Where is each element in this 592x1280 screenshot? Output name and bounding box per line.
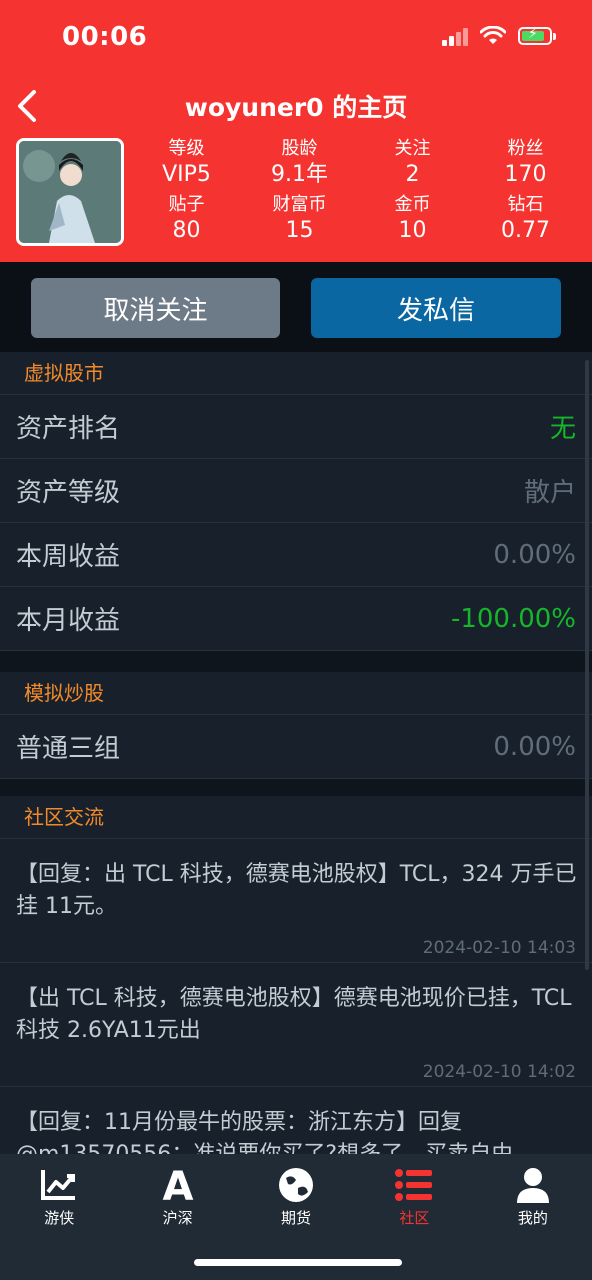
stat-posts[interactable]: 贴子 80 (130, 193, 243, 245)
status-icons: ⚡ (442, 26, 556, 46)
globe-icon (279, 1168, 314, 1202)
svg-text:A: A (162, 1166, 193, 1204)
tab-mine[interactable]: 我的 (474, 1154, 592, 1242)
group-return-row[interactable]: 普通三组 0.00% (0, 715, 592, 779)
status-time: 00:06 (62, 22, 148, 52)
post-time: 2024-02-10 14:02 (422, 1062, 576, 1082)
signal-icon (442, 26, 468, 46)
list-item[interactable]: 【回复：11月份最牛的股票：浙江东方】回复@m13570556：准说要你买了?想… (0, 1087, 592, 1154)
profile-stats: 等级 VIP5 股龄 9.1年 关注 2 粉丝 170 贴子 80 财富币 15… (130, 137, 582, 245)
stat-gold-coins: 金币 10 (394, 194, 431, 243)
wifi-icon (480, 26, 506, 44)
battery-icon: ⚡ (518, 26, 556, 45)
tab-hushen[interactable]: A 沪深 (118, 1154, 236, 1242)
tab-community[interactable]: 社区 (355, 1154, 473, 1242)
scrollbar[interactable] (585, 360, 589, 970)
letter-a-icon: A (162, 1166, 193, 1204)
avatar-portrait (19, 141, 121, 243)
unfollow-button[interactable]: 取消关注 (31, 278, 280, 338)
stat-diamonds: 钻石 0.77 (501, 194, 550, 243)
asset-ranking-row[interactable]: 资产排名 无 (0, 395, 592, 459)
send-message-button[interactable]: 发私信 (311, 278, 561, 338)
avatar[interactable] (16, 138, 124, 246)
stat-level: 等级 VIP5 (162, 138, 211, 187)
post-text: 【出 TCL 科技，德赛电池股权】德赛电池现价已挂，TCL 科技 2.6YA11… (16, 986, 572, 1043)
stat-following[interactable]: 关注 2 (356, 137, 469, 189)
section-title-community: 社区交流 (0, 796, 592, 839)
list-item[interactable]: 【回复：出 TCL 科技，德赛电池股权】TCL，324 万手已挂 11元。 20… (0, 839, 592, 963)
simulated-trading-section: 模拟炒股 普通三组 0.00% (0, 672, 592, 779)
stat-followers[interactable]: 粉丝 170 (469, 137, 582, 189)
profile-header: 00:06 ⚡ woyuner0 的主页 等级 VIP5 股龄 9.1年 关注 … (0, 0, 592, 262)
user-icon (516, 1168, 549, 1203)
tab-youxia[interactable]: 游侠 (0, 1154, 118, 1242)
virtual-market-section: 虚拟股市 资产排名 无 资产等级 散户 本周收益 0.00% 本月收益 -100… (0, 352, 592, 651)
post-text: 【回复：出 TCL 科技，德赛电池股权】TCL，324 万手已挂 11元。 (16, 862, 577, 919)
asset-level-row[interactable]: 资产等级 散户 (0, 459, 592, 523)
community-section: 社区交流 【回复：出 TCL 科技，德赛电池股权】TCL，324 万手已挂 11… (0, 796, 592, 1154)
list-item[interactable]: 【出 TCL 科技，德赛电池股权】德赛电池现价已挂，TCL 科技 2.6YA11… (0, 963, 592, 1087)
section-title-simulated-trading: 模拟炒股 (0, 672, 592, 715)
stat-wealth-coins: 财富币 15 (272, 194, 327, 243)
home-indicator (194, 1259, 402, 1266)
monthly-return-row[interactable]: 本月收益 -100.00% (0, 587, 592, 651)
stat-stock-age: 股龄 9.1年 (271, 138, 328, 187)
weekly-return-row[interactable]: 本周收益 0.00% (0, 523, 592, 587)
section-title-virtual-market: 虚拟股市 (0, 352, 592, 395)
page-title: woyuner0 的主页 (184, 93, 408, 122)
post-time: 2024-02-10 14:03 (422, 938, 576, 958)
post-text: 【回复：11月份最牛的股票：浙江东方】回复@m13570556：准说要你买了?想… (16, 1110, 513, 1154)
chart-icon (41, 1170, 76, 1200)
action-bar: 取消关注 发私信 (0, 262, 592, 352)
list-icon (395, 1169, 433, 1201)
tab-futures[interactable]: 期货 (237, 1154, 355, 1242)
